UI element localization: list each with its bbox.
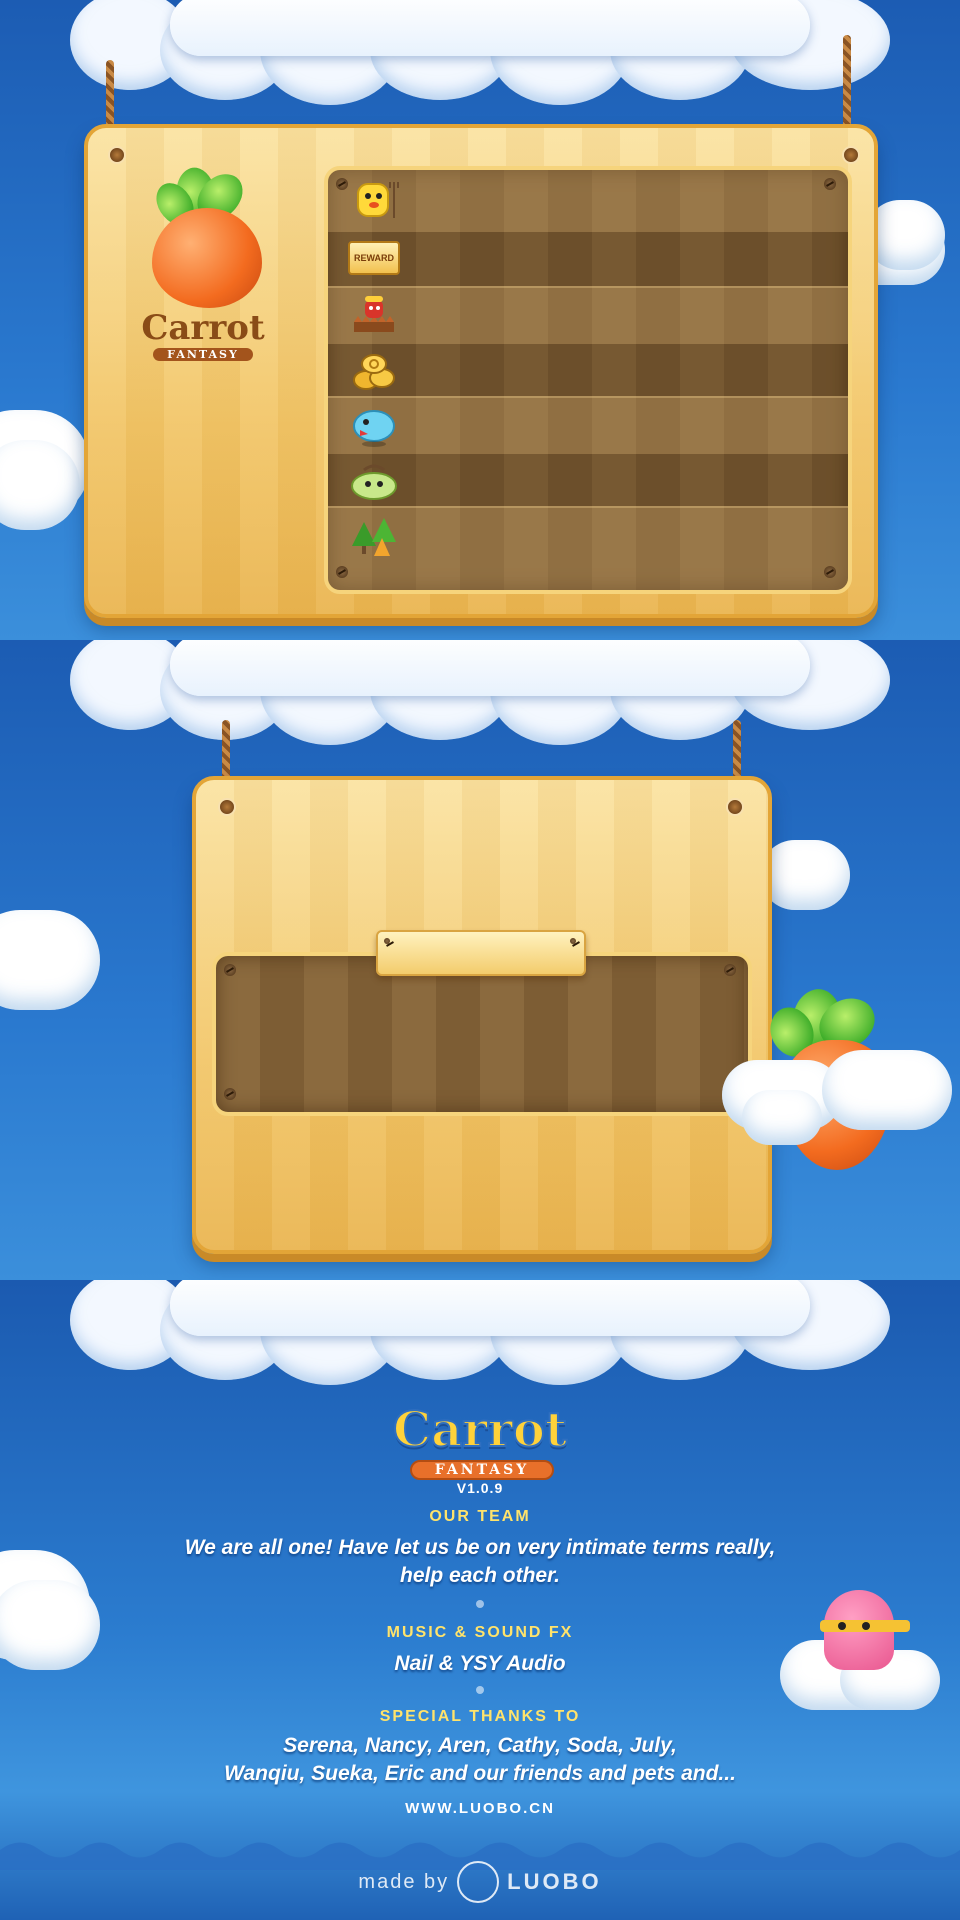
wood-board: Carrot FANTASY REWARD <box>84 124 878 618</box>
green-sheep-icon <box>351 464 397 500</box>
menu-item[interactable] <box>348 516 400 560</box>
top-cloud <box>70 1280 890 1385</box>
pink-ninja-monster-icon <box>780 1590 940 1720</box>
carrot-icon <box>152 208 262 308</box>
made-by-text: made by <box>358 1870 450 1893</box>
thanks-text-line2: Wanqiu, Sueka, Eric and our friends and … <box>224 1762 736 1785</box>
panel-menu: Carrot FANTASY REWARD <box>0 0 960 640</box>
panel-empty-board <box>0 640 960 1280</box>
side-cloud <box>760 840 850 910</box>
luobo-emblem-icon <box>457 1861 500 1903</box>
chick-monster-icon <box>357 182 399 218</box>
logo-subtitle: FANTASY <box>153 348 253 361</box>
thanks-text-line1: Serena, Nancy, Aren, Cathy, Soda, July, <box>283 1734 677 1757</box>
menu-item[interactable] <box>348 404 400 448</box>
logo-subtitle: FANTASY <box>410 1460 554 1480</box>
luobo-brand[interactable]: LUOBO <box>507 1869 601 1895</box>
pine-trees-icon <box>352 518 396 556</box>
reward-label: REWARD <box>354 253 394 263</box>
reward-sign-icon: REWARD <box>348 241 400 275</box>
menu-item[interactable] <box>348 348 400 392</box>
carrot-in-cloud-icon <box>722 984 952 1180</box>
separator-dot <box>476 1600 484 1608</box>
team-text-line2: help each other. <box>400 1564 560 1587</box>
carrot-logo: Carrot FANTASY <box>138 162 268 368</box>
menu-item[interactable]: REWARD <box>348 236 400 280</box>
separator-dot <box>476 1686 484 1694</box>
side-cloud <box>0 910 100 1010</box>
menu-item[interactable] <box>348 460 400 504</box>
logo-title: Carrot <box>392 1401 568 1459</box>
carrot-fantasy-logo: Carrot FANTASY <box>380 1401 580 1492</box>
cloud-title-bar <box>170 1280 810 1336</box>
team-text-line1: We are all one! Have let us be on very i… <box>184 1536 776 1559</box>
content-slot <box>212 952 752 1116</box>
panel-credits: Carrot FANTASY V1.0.9 OUR TEAM We are al… <box>0 1280 960 1920</box>
logo-title: Carrot <box>141 308 265 348</box>
team-header: OUR TEAM <box>429 1508 531 1525</box>
title-plaque <box>376 930 586 976</box>
wood-board <box>192 776 772 1254</box>
side-cloud <box>0 440 80 530</box>
cloud-title-bar <box>170 0 810 56</box>
website-link[interactable]: WWW.LUOBO.CN <box>0 1800 960 1817</box>
menu-item[interactable] <box>348 292 400 336</box>
menu-list-panel: REWARD <box>324 166 852 594</box>
top-cloud <box>70 0 890 105</box>
version-label: V1.0.9 <box>456 1480 504 1496</box>
blue-bird-icon <box>353 410 395 447</box>
cloud-title-bar <box>170 640 810 696</box>
coin-stack-icon <box>353 354 395 390</box>
red-tower-icon <box>354 296 394 332</box>
top-cloud <box>70 640 890 745</box>
menu-item[interactable] <box>348 178 400 222</box>
